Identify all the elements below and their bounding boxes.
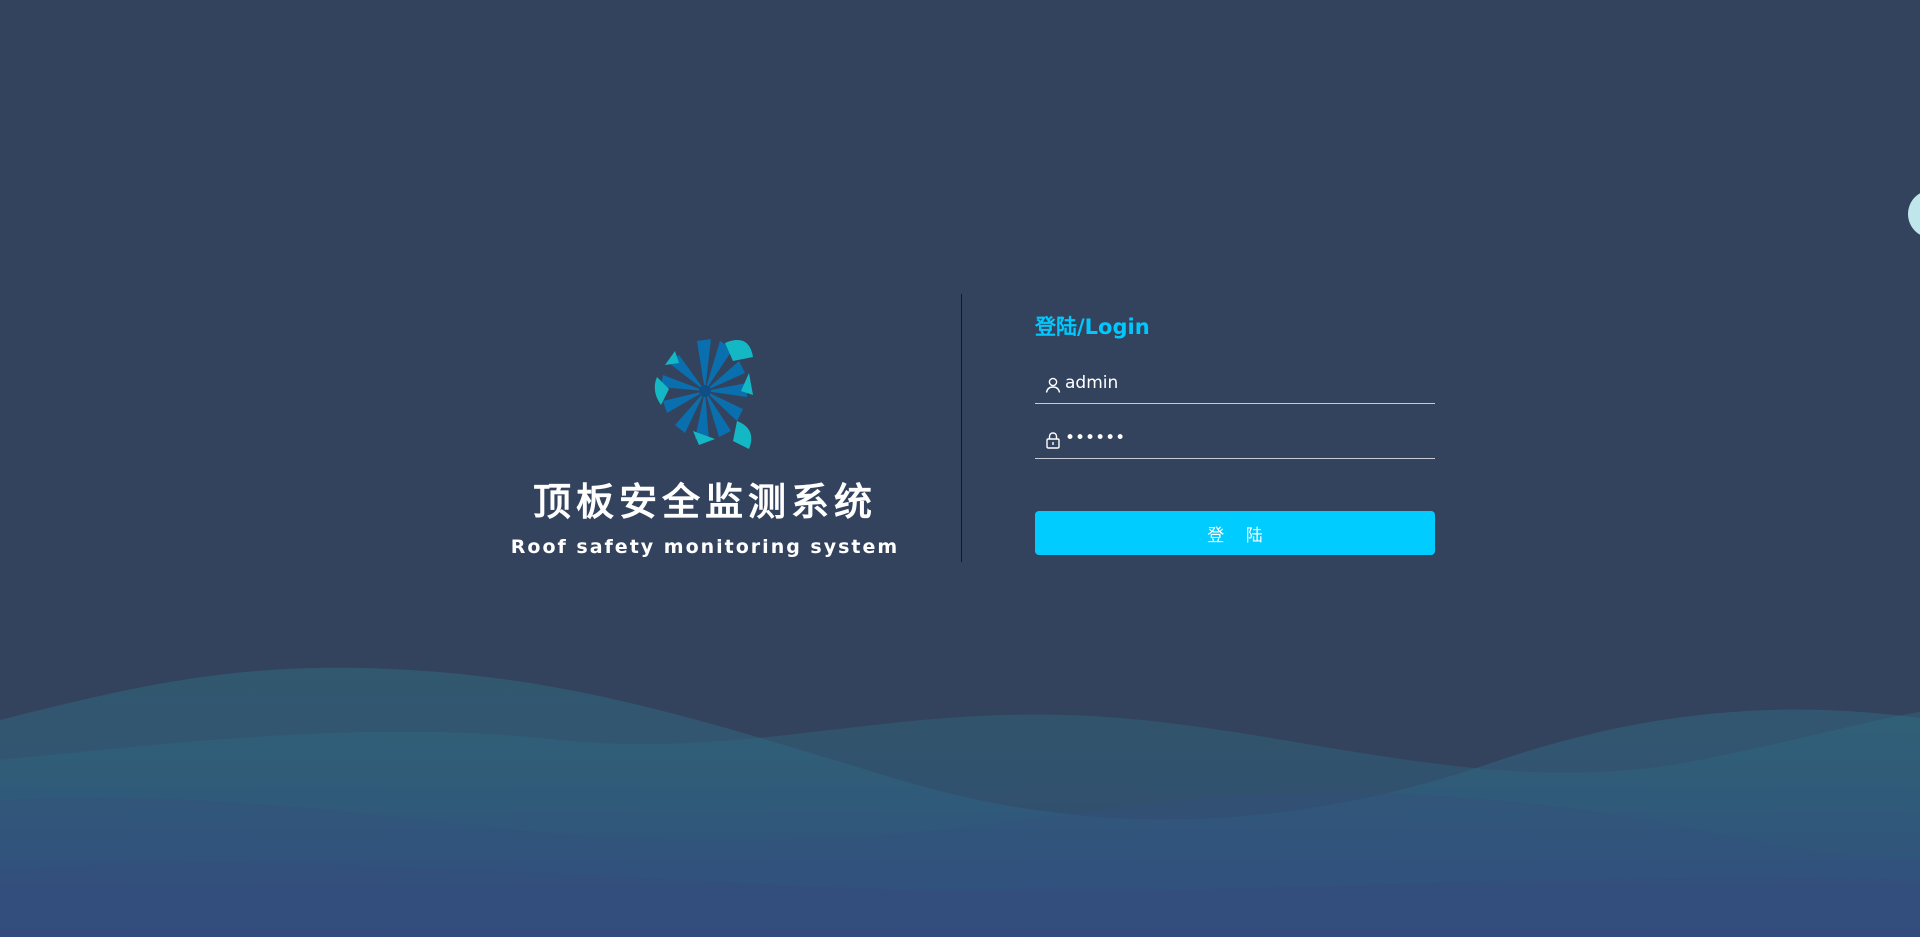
wave-background — [0, 667, 1920, 937]
lock-icon — [1046, 432, 1060, 449]
edge-decoration-circle — [1908, 190, 1920, 238]
login-title: 登陆/Login — [1035, 315, 1150, 339]
password-input[interactable] — [1065, 424, 1435, 452]
login-button[interactable]: 登 陆 — [1035, 511, 1435, 555]
triangle-fan-logo-icon — [654, 339, 753, 449]
username-input[interactable] — [1065, 369, 1435, 397]
user-icon — [1045, 377, 1061, 393]
username-field — [1035, 364, 1435, 404]
brand-subtitle: Roof safety monitoring system — [510, 536, 900, 558]
login-page: 顶板安全监测系统 Roof safety monitoring system 登… — [0, 0, 1920, 937]
brand-title: 顶板安全监测系统 — [532, 480, 877, 524]
login-form: 登陆/Login 登 陆 — [1035, 312, 1435, 555]
vertical-divider — [961, 294, 962, 562]
brand-block: 顶板安全监测系统 Roof safety monitoring system — [505, 310, 905, 570]
password-field — [1035, 419, 1435, 459]
